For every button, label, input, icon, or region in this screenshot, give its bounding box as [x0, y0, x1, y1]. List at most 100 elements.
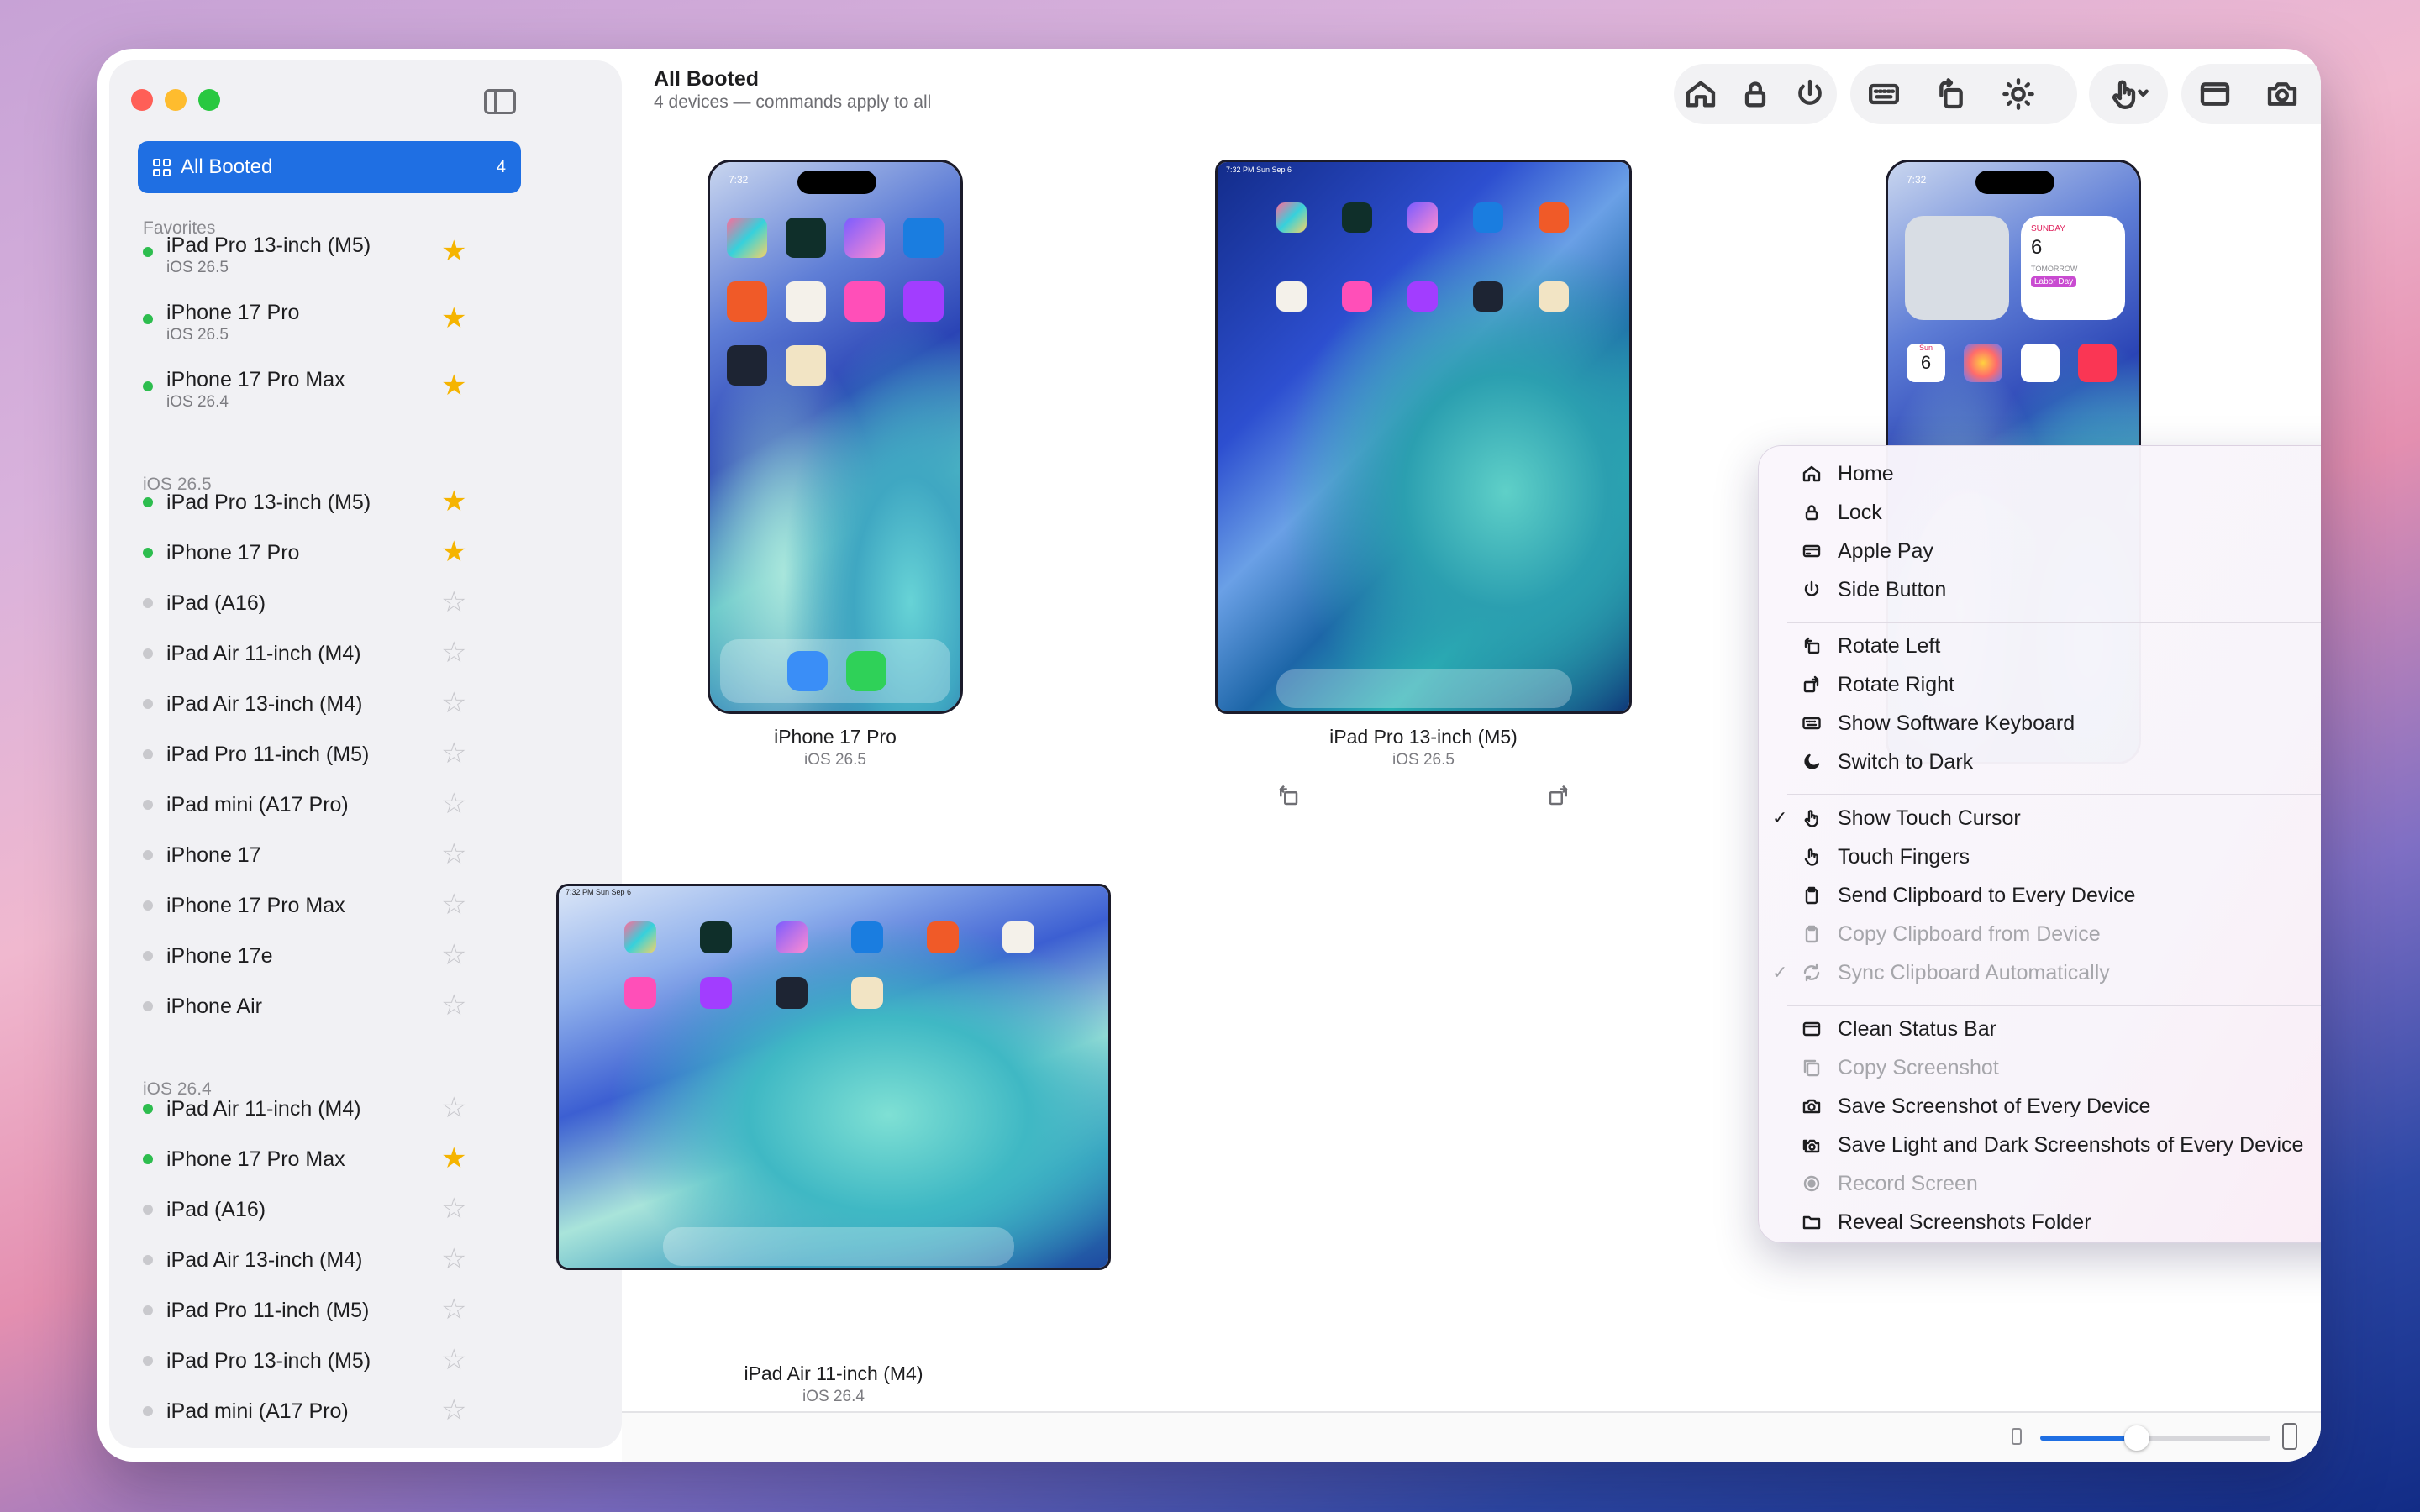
sidebar-item-all-booted[interactable]: All Booted 4: [138, 141, 521, 193]
rotate-left-icon[interactable]: [1276, 783, 1301, 808]
photos-icon[interactable]: [1964, 344, 2002, 382]
app-icon[interactable]: [624, 977, 656, 1009]
reminders-icon[interactable]: [2021, 344, 2060, 382]
favorite-star-icon[interactable]: ☆: [441, 1194, 466, 1223]
sidebar-device-item[interactable]: iPad Pro 13-inch (M5) ☆: [143, 1336, 563, 1386]
favorite-star-icon[interactable]: ★: [441, 538, 466, 566]
maps-widget[interactable]: [1905, 216, 2009, 320]
favorite-star-icon[interactable]: ☆: [441, 638, 466, 667]
zoom-slider[interactable]: [2040, 1425, 2270, 1451]
app-icon[interactable]: [776, 977, 808, 1009]
sidebar-device-item[interactable]: iPad (A16) ☆: [143, 1184, 563, 1235]
favorite-star-icon[interactable]: ☆: [441, 941, 466, 969]
touch-menu-button[interactable]: [2089, 64, 2168, 124]
keyboard-button[interactable]: [1850, 64, 1918, 124]
favorite-star-icon[interactable]: ★: [441, 237, 466, 265]
favorite-star-icon[interactable]: ☆: [441, 790, 466, 818]
menu-item-home[interactable]: Home: [1784, 454, 1894, 493]
zoom-window-button[interactable]: [198, 89, 220, 111]
favorite-star-icon[interactable]: ★: [441, 1144, 466, 1173]
app-icon[interactable]: [927, 921, 959, 953]
minimize-window-button[interactable]: [165, 89, 187, 111]
app-icon[interactable]: [1539, 202, 1569, 233]
menu-item-rotate-left[interactable]: Rotate Left: [1784, 627, 1940, 665]
sidebar-device-item[interactable]: iPhone 17e ☆: [143, 931, 563, 981]
favorite-star-icon[interactable]: ☆: [441, 1346, 466, 1374]
favorite-star-icon[interactable]: ☆: [441, 588, 466, 617]
app-icon[interactable]: [700, 977, 732, 1009]
sidebar-device-item[interactable]: iPad Air 11-inch (M4) ☆: [143, 628, 563, 679]
menu-item-touch-fingers[interactable]: Touch Fingers›: [1784, 837, 1970, 876]
sidebar-device-item[interactable]: iPhone 17 ☆: [143, 830, 563, 880]
app-icon[interactable]: [1342, 202, 1372, 233]
app-icon[interactable]: [624, 921, 656, 953]
app-icon[interactable]: [1276, 202, 1307, 233]
app-icon[interactable]: [727, 218, 767, 258]
sidebar-device-item[interactable]: iPad (A16) ☆: [143, 578, 563, 628]
menu-item-switch-to-dark[interactable]: Switch to Dark: [1784, 743, 1973, 781]
zoom-slider-knob[interactable]: [2124, 1425, 2150, 1451]
safari-icon[interactable]: [787, 651, 828, 691]
app-icon[interactable]: [851, 977, 883, 1009]
menu-item-lock[interactable]: Lock: [1784, 493, 1882, 532]
app-icon[interactable]: [1407, 281, 1438, 312]
news-icon[interactable]: [2078, 344, 2117, 382]
sidebar-device-item[interactable]: iPhone 17 Pro Max ☆: [143, 880, 563, 931]
calendar-widget[interactable]: SUNDAY 6 TOMORROW Labor Day: [2021, 216, 2125, 320]
favorite-star-icon[interactable]: ☆: [441, 689, 466, 717]
app-icon[interactable]: [1539, 281, 1569, 312]
device-screen-ipad-air-11[interactable]: 7:32 PM Sun Sep 6: [556, 884, 1111, 1270]
sidebar-device-item[interactable]: iPad mini (A17 Pro) ☆: [143, 780, 563, 830]
device-screen-iphone-17-pro[interactable]: 7:32: [708, 160, 963, 714]
favorite-star-icon[interactable]: ☆: [441, 840, 466, 869]
power-button[interactable]: [1782, 64, 1837, 124]
sidebar-device-item[interactable]: iPhone Air ☆: [143, 981, 563, 1032]
sidebar-device-item[interactable]: iPad Air 13-inch (M4) ☆: [143, 679, 563, 729]
favorite-star-icon[interactable]: ☆: [441, 991, 466, 1020]
screenshot-button[interactable]: [2249, 64, 2316, 124]
status-bar-button[interactable]: [2181, 64, 2249, 124]
favorite-star-icon[interactable]: ☆: [441, 1396, 466, 1425]
favorite-star-icon[interactable]: ★: [441, 304, 466, 333]
menu-item-clean-status-bar[interactable]: Clean Status Bar: [1784, 1010, 1996, 1048]
sidebar-device-item[interactable]: iPad Air 11-inch (M4) ☆: [143, 1084, 563, 1134]
menu-item-apple-pay[interactable]: Apple Pay: [1784, 532, 1933, 570]
app-icon[interactable]: [776, 921, 808, 953]
app-icon[interactable]: [903, 281, 944, 322]
app-icon[interactable]: [786, 345, 826, 386]
app-icon[interactable]: [1407, 202, 1438, 233]
app-icon[interactable]: [727, 281, 767, 322]
brightness-button[interactable]: [1985, 64, 2052, 124]
menu-item-save-screenshot-of-every-device[interactable]: Save Screenshot of Every Device: [1784, 1087, 2150, 1126]
favorite-star-icon[interactable]: ☆: [441, 1245, 466, 1273]
menu-item-reveal-screenshots-folder[interactable]: Reveal Screenshots Folder: [1784, 1203, 2091, 1242]
sidebar-device-item[interactable]: iPhone 17 Pro Max ★: [143, 1134, 563, 1184]
menu-item-side-button[interactable]: Side Button: [1784, 570, 1946, 609]
app-icon[interactable]: [903, 218, 944, 258]
home-button[interactable]: [1674, 64, 1728, 124]
sidebar-device-item[interactable]: iPad Pro 11-inch (M5) ☆: [143, 1285, 563, 1336]
close-window-button[interactable]: [131, 89, 153, 111]
messages-icon[interactable]: [846, 651, 886, 691]
app-icon[interactable]: [851, 921, 883, 953]
lock-button[interactable]: [1728, 64, 1783, 124]
menu-item-rotate-right[interactable]: Rotate Right: [1784, 665, 1954, 704]
dual-screenshot-button[interactable]: [2316, 64, 2321, 124]
menu-item-show-touch-cursor[interactable]: ✓ Show Touch Cursor: [1772, 799, 2021, 837]
app-icon[interactable]: [727, 345, 767, 386]
favorite-star-icon[interactable]: ☆: [441, 890, 466, 919]
device-screen-ipad-pro-13[interactable]: 7:32 PM Sun Sep 6: [1215, 160, 1632, 714]
favorite-star-icon[interactable]: ★: [441, 487, 466, 516]
calendar-app-icon[interactable]: Sun 6: [1907, 344, 1945, 382]
rotate-button[interactable]: [1918, 64, 1985, 124]
sidebar-device-item[interactable]: iPad Pro 11-inch (M5) ☆: [143, 729, 563, 780]
favorite-star-icon[interactable]: ☆: [441, 739, 466, 768]
sidebar-device-item[interactable]: iPhone 17 Pro iOS 26.5 ★: [143, 294, 563, 344]
app-icon[interactable]: [1473, 202, 1503, 233]
app-icon[interactable]: [786, 281, 826, 322]
sidebar-device-item[interactable]: iPhone 17 Pro ★: [143, 528, 563, 578]
favorite-star-icon[interactable]: ☆: [441, 1094, 466, 1122]
app-icon[interactable]: [844, 281, 885, 322]
sidebar-device-item[interactable]: iPhone 17 Pro Max iOS 26.4 ★: [143, 361, 563, 412]
favorite-star-icon[interactable]: ★: [441, 371, 466, 400]
